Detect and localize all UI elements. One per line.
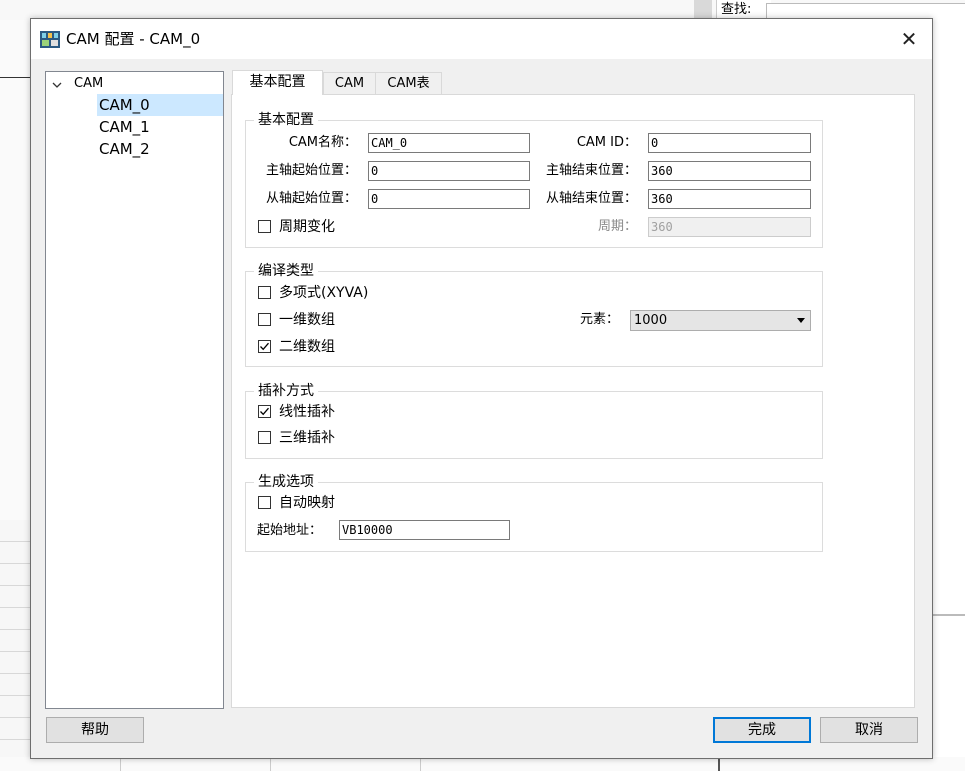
background-grid-line <box>270 757 271 771</box>
array-1d-checkbox[interactable] <box>258 313 271 326</box>
app-icon <box>40 31 60 48</box>
title-bar[interactable]: CAM 配置 - CAM_0 ✕ <box>31 19 932 59</box>
tree-root-cam[interactable]: CAM <box>52 74 103 96</box>
cam-name-field[interactable]: CAM_0 <box>368 133 530 153</box>
cancel-button[interactable]: 取消 <box>820 717 918 743</box>
group-title: 插补方式 <box>254 382 318 400</box>
polynomial-label[interactable]: 多项式(XYVA) <box>279 284 368 302</box>
cam-id-field[interactable]: 0 <box>648 133 811 153</box>
tab-cam[interactable]: CAM <box>323 72 376 94</box>
slave-end-label: 从轴结束位置： <box>545 191 637 206</box>
generation-options-group: 生成选项 <box>245 473 823 552</box>
auto-map-label[interactable]: 自动映射 <box>279 494 335 512</box>
elements-select-value: 1000 <box>634 313 668 328</box>
elements-select[interactable]: 1000 <box>630 310 811 331</box>
background-grid-line <box>718 757 720 771</box>
array-2d-checkbox[interactable] <box>258 340 271 353</box>
auto-map-checkbox[interactable] <box>258 496 271 509</box>
interpolation-group: 插补方式 <box>245 382 823 459</box>
master-start-label: 主轴起始位置： <box>265 163 357 178</box>
cam-id-label: CAM ID： <box>576 135 637 150</box>
slave-start-field[interactable]: 0 <box>368 189 530 209</box>
tree-root-label: CAM <box>74 76 104 91</box>
dialog-title: CAM 配置 - CAM_0 <box>66 30 201 48</box>
periodic-checkbox[interactable] <box>258 220 271 233</box>
tab-cam-table[interactable]: CAM表 <box>375 72 442 94</box>
period-label: 周期： <box>597 219 637 234</box>
chevron-down-icon <box>797 318 805 323</box>
background-divider <box>931 614 965 616</box>
linear-interp-checkbox[interactable] <box>258 405 271 418</box>
background-bottom-pane <box>0 757 965 771</box>
periodic-label[interactable]: 周期变化 <box>279 218 335 236</box>
help-button[interactable]: 帮助 <box>46 717 144 743</box>
period-field: 360 <box>648 217 811 237</box>
group-title: 编译类型 <box>254 262 318 280</box>
cam-name-label: CAM名称： <box>288 135 357 150</box>
cubic-interp-label[interactable]: 三维插补 <box>279 429 335 447</box>
background-find-label: 查找: <box>716 0 771 20</box>
elements-label: 元素： <box>579 312 619 327</box>
array-2d-label[interactable]: 二维数组 <box>279 338 335 356</box>
array-1d-label[interactable]: 一维数组 <box>279 311 335 329</box>
background-right-pane <box>931 20 965 771</box>
master-end-label: 主轴结束位置： <box>545 163 637 178</box>
checkmark-icon <box>260 407 269 416</box>
master-start-field[interactable]: 0 <box>368 161 530 181</box>
background-grid-line <box>420 757 421 771</box>
chevron-down-icon[interactable] <box>52 76 68 96</box>
background-scroll-strip <box>694 0 712 20</box>
cubic-interp-checkbox[interactable] <box>258 431 271 444</box>
cam-config-dialog: CAM 配置 - CAM_0 ✕ CAM CAM_0 CAM_1 CAM_2 基… <box>30 18 933 759</box>
slave-end-field[interactable]: 360 <box>648 189 811 209</box>
tree-item-cam-1[interactable]: CAM_1 <box>97 116 223 138</box>
group-title: 生成选项 <box>254 473 318 491</box>
start-address-field[interactable]: VB10000 <box>339 520 510 540</box>
close-icon: ✕ <box>900 27 918 51</box>
slave-start-label: 从轴起始位置： <box>265 191 357 206</box>
cam-tree[interactable]: CAM CAM_0 CAM_1 CAM_2 <box>45 71 224 709</box>
group-title: 基本配置 <box>254 111 318 129</box>
background-grid-line <box>120 757 121 771</box>
checkmark-icon <box>260 342 269 351</box>
tree-item-cam-0[interactable]: CAM_0 <box>97 94 223 116</box>
close-button[interactable]: ✕ <box>886 19 932 59</box>
linear-interp-label[interactable]: 线性插补 <box>279 403 335 421</box>
start-address-label: 起始地址： <box>257 523 323 538</box>
background-divider <box>0 77 30 78</box>
background-grid <box>0 520 30 771</box>
tab-basic-config[interactable]: 基本配置 <box>232 70 323 95</box>
master-end-field[interactable]: 360 <box>648 161 811 181</box>
tree-item-cam-2[interactable]: CAM_2 <box>97 138 223 160</box>
polynomial-checkbox[interactable] <box>258 286 271 299</box>
finish-button[interactable]: 完成 <box>713 717 811 743</box>
